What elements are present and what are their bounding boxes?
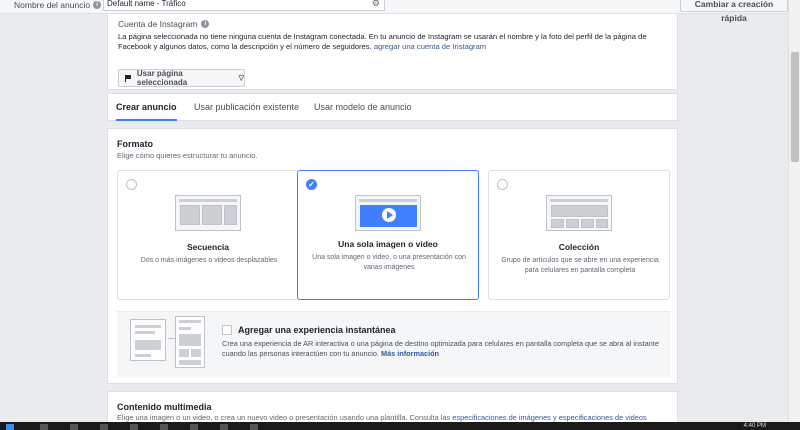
video-illustration xyxy=(355,195,421,231)
format-card-description: Dos o más imágenes o videos desplazables xyxy=(140,257,278,264)
ad-name-value: Default name - Tráfico xyxy=(107,0,186,8)
format-card-title: Una sola imagen o video xyxy=(338,239,438,249)
ad-name-label: Nombre del anuncio xyxy=(14,0,91,10)
format-radio-collection[interactable] xyxy=(497,179,508,190)
carousel-illustration xyxy=(175,195,241,231)
taskbar-app-icon[interactable] xyxy=(190,424,198,430)
use-selected-page-label: Usar página seleccionada xyxy=(136,69,188,87)
taskbar-app-icon[interactable] xyxy=(160,424,168,430)
format-card-title: Secuencia xyxy=(186,242,230,252)
instagram-title-row: Cuenta de Instagram i xyxy=(118,19,210,29)
tab-use-ad-mockup[interactable]: Usar modelo de anuncio xyxy=(314,94,412,120)
use-selected-page-dropdown[interactable]: Usar página seleccionada ▽ xyxy=(118,69,245,87)
taskbar-app-icon[interactable] xyxy=(40,424,48,430)
format-radio-carousel[interactable] xyxy=(126,179,137,190)
taskbar-app-icon[interactable] xyxy=(250,424,258,430)
instant-experience-phone-illustration xyxy=(175,316,205,368)
taskbar-app-icon[interactable] xyxy=(100,424,108,430)
instant-experience-title: Agregar una experiencia instantánea xyxy=(238,325,396,335)
format-card-description: Grupo de artículos que se abre en una ex… xyxy=(501,257,659,274)
format-card-carousel[interactable]: Secuencia Dos o más imágenes o videos de… xyxy=(117,170,299,300)
instagram-description: La página seleccionada no tiene ninguna … xyxy=(118,32,647,51)
play-icon xyxy=(382,208,396,222)
taskbar-app-icon[interactable] xyxy=(70,424,78,430)
check-icon[interactable]: ✓ xyxy=(306,179,317,190)
ad-name-label-row: Nombre del anuncio i xyxy=(14,0,102,10)
info-icon[interactable]: i xyxy=(201,20,210,28)
format-card-collection[interactable]: Colección Grupo de artículos que se abre… xyxy=(488,170,670,300)
add-instagram-account-link[interactable]: agregar una cuenta de Instagram xyxy=(374,42,486,51)
learn-more-link[interactable]: Más información xyxy=(381,349,439,358)
start-icon[interactable] xyxy=(6,424,14,430)
tab-use-existing-post[interactable]: Usar publicación existente xyxy=(194,94,299,120)
format-card-title: Colección xyxy=(558,242,600,252)
format-subtitle: Elige cómo quieres estructurar tu anunci… xyxy=(117,151,258,160)
ad-source-tabs: Crear anuncio Usar publicación existente… xyxy=(107,93,678,121)
taskbar-clock: 4:40 PM xyxy=(743,423,766,429)
instant-experience-box: Agregar una experiencia instantánea Crea… xyxy=(117,311,670,377)
taskbar-app-icon[interactable] xyxy=(220,424,228,430)
collection-illustration xyxy=(546,195,612,231)
image-specs-link[interactable]: especificaciones de imágenes xyxy=(452,413,551,422)
media-title: Contenido multimedia xyxy=(117,402,212,412)
ad-name-bar: Nombre del anuncio i Default name - Tráf… xyxy=(0,0,788,23)
tab-create-ad[interactable]: Crear anuncio xyxy=(116,94,177,121)
flag-icon xyxy=(125,74,132,82)
instant-experience-checkbox[interactable] xyxy=(222,325,232,335)
ad-name-input[interactable]: Default name - Tráfico ⚙ xyxy=(103,0,385,11)
scrollbar-thumb[interactable] xyxy=(791,52,799,162)
quick-create-button[interactable]: Cambiar a creación rápida xyxy=(680,0,788,23)
taskbar-app-icon[interactable] xyxy=(130,424,138,430)
info-icon[interactable]: i xyxy=(93,1,102,9)
instagram-title: Cuenta de Instagram xyxy=(118,19,198,29)
video-specs-link[interactable]: especificaciones de videos xyxy=(559,413,647,422)
chevron-down-icon: ▽ xyxy=(238,75,244,82)
gear-icon[interactable]: ⚙ xyxy=(372,0,380,10)
os-taskbar: 4:40 PM xyxy=(0,422,800,430)
format-card-single-image-video[interactable]: ✓ Una sola imagen o video Una sola image… xyxy=(297,170,479,300)
media-description: Elige una imagen o un video, o crea un n… xyxy=(117,413,647,422)
format-card-description: Una sola imagen o video, o una presentac… xyxy=(312,254,466,271)
format-title: Formato xyxy=(117,139,153,149)
instagram-account-panel: Cuenta de Instagram i La página seleccio… xyxy=(107,14,678,90)
page-scrollbar[interactable] xyxy=(788,0,800,422)
instant-experience-description: Crea una experiencia de AR interactiva o… xyxy=(222,339,659,358)
instant-experience-illustration xyxy=(130,319,166,361)
format-section: Formato Elige cómo quieres estructurar t… xyxy=(107,128,678,384)
